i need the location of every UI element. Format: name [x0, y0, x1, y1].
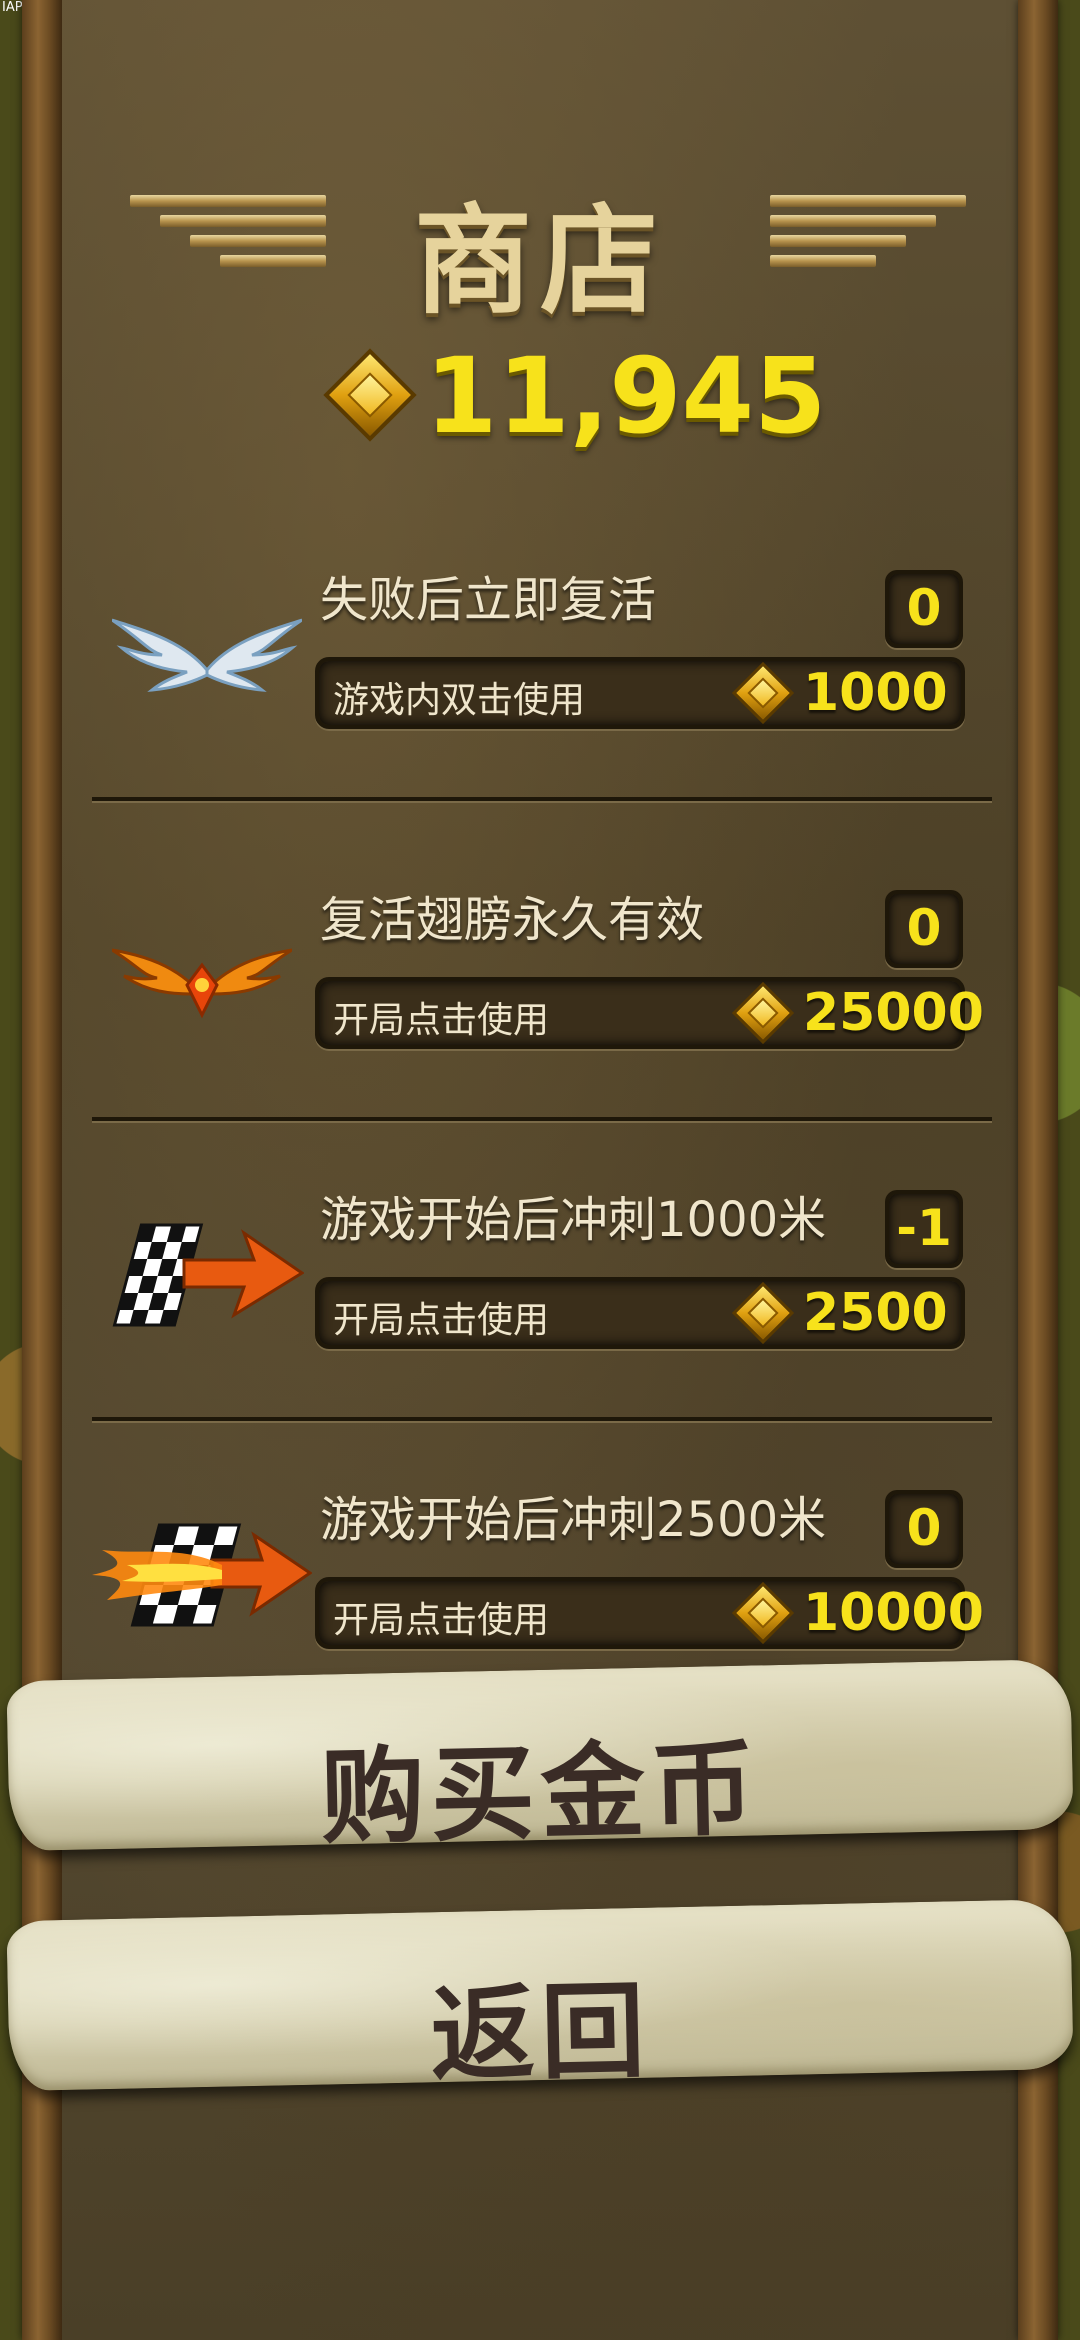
divider: [92, 797, 992, 801]
buy-item-button[interactable]: 开局点击使用 25000: [315, 977, 984, 1049]
item-count: 0: [885, 890, 963, 968]
silver-wings-icon: [112, 618, 302, 692]
price-gem-icon: [731, 1281, 795, 1345]
left-wing-ornament-icon: [130, 195, 330, 275]
buy-coins-label: 购买金币: [319, 1727, 763, 1859]
item-name: 复活翅膀永久有效: [320, 892, 705, 948]
usage-label: 开局点击使用: [333, 1600, 550, 1641]
buy-item-button[interactable]: 开局点击使用 2500: [315, 1277, 965, 1349]
item-price: 2500: [803, 1283, 948, 1343]
page-title: 商店: [413, 192, 666, 330]
buy-coins-button[interactable]: 购买金币: [6, 1658, 1074, 1859]
usage-label: 游戏内双击使用: [333, 680, 586, 721]
price-gem-icon: [731, 981, 795, 1045]
shop-item-dash-1000: 游戏开始后冲刺1000米 -1 开局点击使用 2500: [92, 1160, 992, 1420]
divider: [92, 1117, 992, 1121]
buy-item-button[interactable]: 开局点击使用 10000: [315, 1577, 984, 1649]
buy-item-button[interactable]: 游戏内双击使用 1000: [315, 657, 965, 729]
checkered-flag-arrow-icon: [112, 1223, 304, 1327]
item-name: 失败后立即复活: [320, 572, 657, 628]
balance-value: 11,945: [425, 335, 827, 457]
item-price: 25000: [803, 983, 984, 1043]
coin-gem-icon: [323, 348, 417, 442]
coin-balance: 11,945: [320, 335, 826, 457]
item-price: 1000: [803, 663, 948, 723]
back-label: 返回: [429, 1969, 653, 2097]
usage-label: 开局点击使用: [333, 1300, 550, 1341]
item-name: 游戏开始后冲刺1000米: [320, 1192, 827, 1248]
fire-wings-icon: [112, 948, 292, 1019]
back-button[interactable]: 返回: [6, 1898, 1074, 2096]
price-gem-icon: [731, 661, 795, 725]
item-count: 0: [885, 1490, 963, 1568]
divider: [92, 1417, 992, 1421]
shop-item-revive: 失败后立即复活 0 游戏内双击使用 1000: [92, 540, 992, 800]
item-price: 10000: [803, 1583, 984, 1643]
item-name: 游戏开始后冲刺2500米: [320, 1492, 827, 1548]
flaming-flag-arrow-icon: [92, 1523, 312, 1627]
price-gem-icon: [731, 1581, 795, 1645]
title-row: 商店: [0, 165, 1080, 330]
usage-label: 开局点击使用: [333, 1000, 550, 1041]
right-wing-ornament-icon: [770, 195, 970, 275]
shop-item-wings: 复活翅膀永久有效 0 开局点击使用 25000: [92, 860, 992, 1120]
item-count: -1: [885, 1190, 963, 1268]
item-count: 0: [885, 570, 963, 648]
